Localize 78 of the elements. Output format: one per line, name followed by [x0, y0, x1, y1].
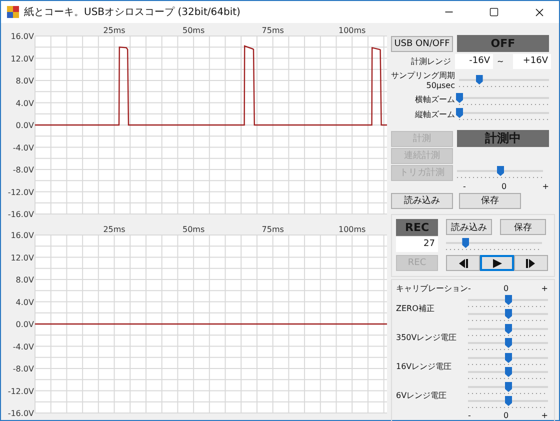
x-tick-label: 50ms [182, 26, 205, 35]
y-tick-label: 12.0V [10, 54, 34, 64]
slider-thumb[interactable] [505, 382, 512, 392]
slider-thumb[interactable] [497, 166, 504, 176]
slider-thumb[interactable] [505, 367, 512, 377]
slider-thumb[interactable] [456, 93, 463, 103]
calibration-label: ZERO補正 [396, 304, 436, 314]
y-tick-label: -4.0V [12, 143, 34, 152]
scale-label: + [541, 284, 548, 293]
app-icon [7, 6, 19, 18]
y-tick-label: -12.0V [8, 386, 34, 396]
scale-label: 0 [504, 410, 509, 420]
slider-thumb[interactable] [462, 238, 470, 248]
x-tick-label: 75ms [262, 225, 284, 234]
file-button[interactable]: 読み込み [391, 192, 453, 208]
y-tick-label: -4.0V [12, 342, 34, 352]
range-max: +16V [513, 54, 551, 69]
x-tick-label: 100ms [338, 225, 366, 234]
slider-thumb[interactable] [505, 309, 512, 319]
y-tick-label: -8.0V [12, 166, 34, 174]
y-tick-label: 12.0V [10, 253, 34, 262]
x-tick-label: 100ms [338, 26, 366, 35]
slider-thumb[interactable] [505, 324, 512, 334]
slider-thumb[interactable] [505, 396, 512, 406]
slider-reading: 50μsec [426, 81, 455, 91]
scale-label: - [468, 410, 471, 420]
slider-thumb[interactable] [476, 74, 483, 84]
slider-label: 縦軸ズーム [415, 110, 455, 120]
scale-label: - [463, 182, 466, 190]
frame-counter: 27 [396, 237, 438, 252]
step-back-icon [458, 258, 468, 268]
y-tick-label: 8.0V [16, 276, 34, 284]
y-tick-label: 4.0V [16, 98, 34, 108]
y-tick-label: 16.0V [10, 32, 34, 41]
transport-button[interactable] [446, 255, 480, 271]
range-min: -16V [455, 54, 493, 69]
rec-file-button[interactable]: 読み込み [446, 219, 492, 235]
step-forward-icon [526, 258, 536, 268]
calibration-label: 16Vレンジ電圧 [396, 362, 453, 372]
slider-label: サンプリング周期 [391, 71, 455, 81]
calibration-label: 6Vレンジ電圧 [396, 390, 448, 400]
x-tick-label: 75ms [262, 26, 284, 35]
y-tick-label: 16.0V [10, 231, 34, 240]
y-tick-label: 4.0V [16, 298, 34, 307]
usb-status: OFF [457, 35, 549, 52]
x-tick-label: 25ms [103, 26, 126, 35]
scale-label: 0 [502, 182, 507, 190]
y-tick-label: 8.0V [16, 76, 34, 86]
transport-button[interactable] [480, 255, 514, 271]
file-button[interactable]: 保存 [459, 192, 521, 208]
y-tick-label: -12.0V [8, 188, 34, 197]
y-tick-label: -8.0V [12, 364, 34, 374]
y-tick-label: 0.0V [16, 320, 34, 329]
maximize-icon [489, 7, 499, 17]
window-title: 紙とコーキ。USBオシロスコープ (32bit/64bit) [24, 6, 242, 19]
usb-toggle-button[interactable]: USB ON/OFF [391, 36, 453, 52]
slider-thumb[interactable] [505, 338, 512, 348]
calibration-label: 350Vレンジ電圧 [396, 332, 458, 342]
scale-label: 0 [504, 284, 509, 293]
y-tick-label: 0.0V [16, 121, 34, 130]
range-label: 計測レンジ [410, 56, 451, 66]
x-tick-label: 25ms [103, 225, 126, 234]
scale-label: + [541, 410, 548, 420]
slider-thumb[interactable] [456, 108, 463, 118]
transport-button[interactable] [514, 255, 548, 271]
slider-label: 横軸ズーム [415, 94, 455, 104]
slider-thumb[interactable] [505, 353, 512, 363]
scale-label: - [468, 284, 471, 293]
y-tick-label: -16.0V [8, 409, 34, 418]
scale-label: + [542, 182, 549, 190]
play-icon [492, 258, 502, 268]
rec-file-button[interactable]: 保存 [500, 219, 546, 235]
x-tick-label: 50ms [182, 225, 205, 234]
measure-status: 計測中 [457, 130, 549, 147]
y-tick-label: -16.0V [8, 210, 34, 219]
slider-thumb[interactable] [505, 295, 512, 305]
range-separator: ~ [497, 56, 505, 66]
rec-status: REC [396, 218, 438, 236]
